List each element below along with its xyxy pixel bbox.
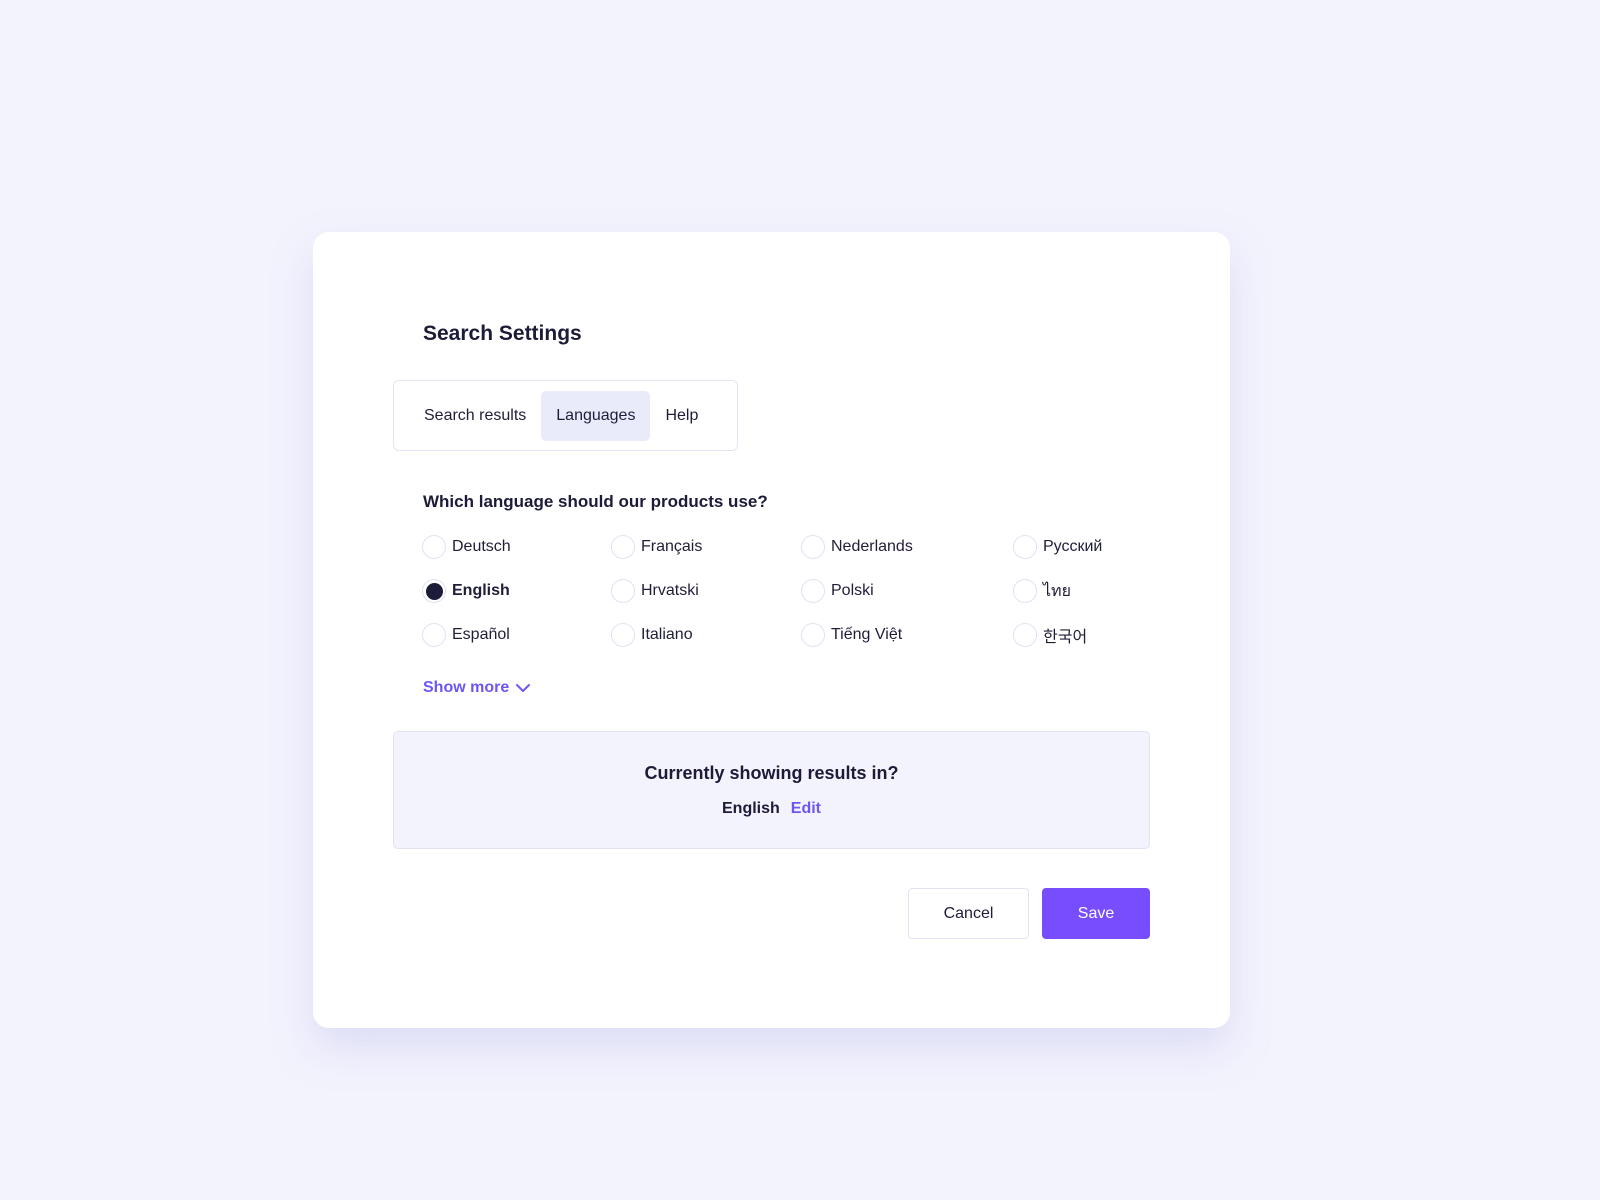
language-option-label: Polski [831,582,874,599]
language-option[interactable]: Deutsch [422,534,511,560]
language-option[interactable]: Español [422,622,510,648]
language-option[interactable]: ไทย [1013,578,1071,604]
radio-dot [425,582,443,600]
radio-unchecked[interactable] [801,623,825,647]
current-language-value: English [722,800,780,817]
tab-search-results[interactable]: Search results [404,391,541,441]
language-option-label: Nederlands [831,538,913,555]
language-option[interactable]: Français [611,534,702,560]
language-option-label: Hrvatski [641,582,699,599]
language-option-label: Tiếng Việt [831,626,903,643]
radio-unchecked[interactable] [801,579,825,603]
language-option[interactable]: Русский [1013,534,1102,560]
language-option-label: Français [641,538,703,555]
show-more-link[interactable]: Show more [423,679,531,697]
chevron-down-icon [516,684,531,692]
radio-unchecked[interactable] [611,535,635,559]
current-language-heading: Currently showing results in? [644,763,899,783]
language-option-label: English [452,582,510,599]
save-button[interactable]: Save [1042,888,1150,939]
language-option[interactable]: Tiếng Việt [801,622,902,648]
search-settings-dialog: Search Settings Search results Languages… [313,232,1230,1028]
language-option[interactable]: Polski [801,578,874,604]
language-option[interactable]: Italiano [611,622,693,648]
radio-unchecked[interactable] [611,623,635,647]
radio-unchecked[interactable] [422,535,446,559]
language-option-label: 한국어 [1043,629,1088,646]
radio-unchecked[interactable] [801,535,825,559]
edit-language-link[interactable]: Edit [791,800,821,818]
language-option-label: Italiano [641,626,693,643]
language-option-label: Español [452,626,510,643]
current-language-row: English Edit [394,800,1149,818]
language-option-label: Deutsch [452,538,511,555]
show-more-label: Show more [423,679,510,696]
language-option[interactable]: Hrvatski [611,578,699,604]
language-option[interactable]: Nederlands [801,534,913,560]
language-option[interactable]: 한국어 [1013,622,1087,648]
tab-languages[interactable]: Languages [541,390,651,441]
radio-unchecked[interactable] [611,579,635,603]
current-language-panel: Currently showing results in? English Ed… [393,731,1150,849]
radio-unchecked[interactable] [422,623,446,647]
language-option-label: Русский [1043,538,1103,555]
tab-help[interactable]: Help [650,391,713,441]
language-option-label: ไทย [1043,582,1071,600]
radio-unchecked[interactable] [1013,579,1037,603]
radio-checked[interactable] [422,579,446,603]
radio-unchecked[interactable] [1013,535,1037,559]
dialog-title: Search Settings [423,322,582,345]
language-option[interactable]: English [422,578,510,604]
tab-bar: Search results Languages Help [393,380,738,451]
cancel-button[interactable]: Cancel [908,888,1029,939]
language-question: Which language should our products use? [423,492,768,511]
radio-unchecked[interactable] [1013,623,1037,647]
